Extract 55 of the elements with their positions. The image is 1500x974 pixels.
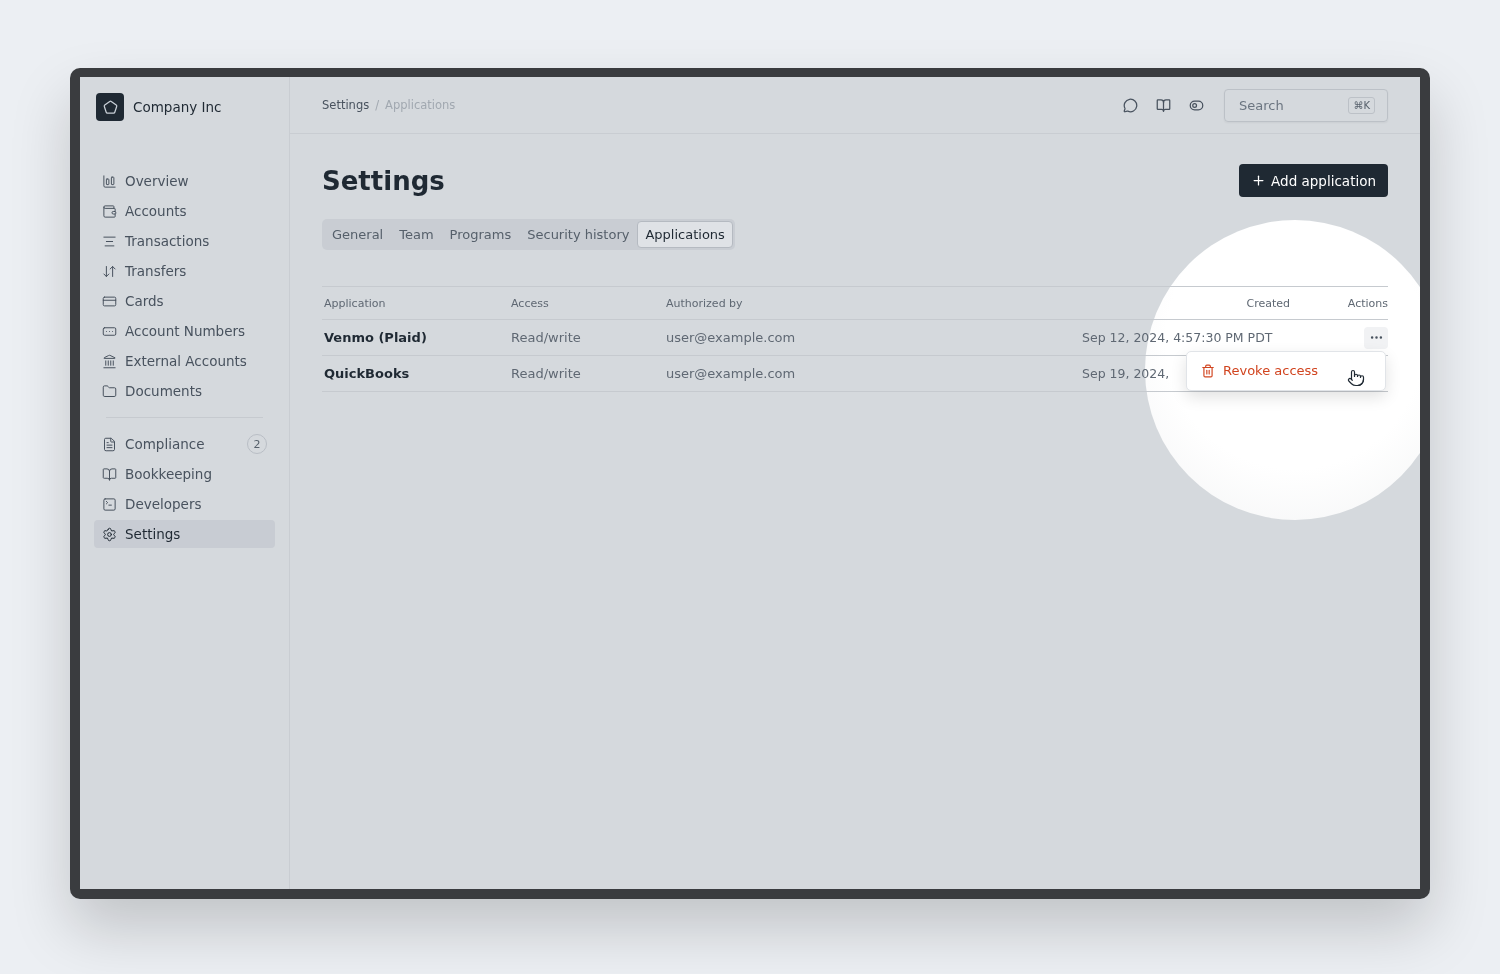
book-icon	[102, 466, 117, 482]
sidebar-item[interactable]: Settings	[94, 520, 275, 548]
company-logo	[96, 93, 124, 121]
table-cell-text: user@example.com	[665, 366, 796, 381]
company-name: Company Inc	[133, 99, 222, 115]
table-cell-text: Sep 19, 2024,	[1081, 366, 1170, 381]
table-cell-text: user@example.com	[665, 330, 796, 345]
table-cell-text: Venmo (Plaid)	[323, 330, 427, 345]
search-input[interactable]: Search	[1237, 96, 1349, 114]
document-icon	[102, 436, 117, 452]
sidebar-item[interactable]: Account Numbers	[94, 317, 275, 345]
tab[interactable]: General	[324, 221, 392, 248]
wallet-icon	[102, 203, 117, 219]
folder-icon	[102, 383, 117, 399]
table-cell-text: QuickBooks	[323, 366, 410, 381]
tab[interactable]: Applications	[637, 221, 733, 248]
arrows-icon	[102, 263, 117, 279]
bank-icon	[102, 353, 117, 369]
table-cell-text: Read/write	[510, 366, 581, 381]
column-header: Application	[323, 296, 387, 310]
lines-icon	[102, 233, 117, 249]
sidebar-item[interactable]: Developers	[94, 490, 275, 518]
plus-icon	[1251, 173, 1267, 188]
shortcut-hint: ⌘K	[1348, 96, 1375, 114]
column-header: Access	[510, 296, 550, 310]
sidebar-item[interactable]: Accounts	[94, 197, 275, 225]
sidebar-item[interactable]: Transactions	[94, 227, 275, 255]
tab[interactable]: Security history	[519, 221, 638, 248]
settings-icon	[102, 526, 117, 542]
more-button[interactable]	[1364, 326, 1388, 349]
sidebar-item[interactable]: External Accounts	[94, 347, 275, 375]
add-application-button[interactable]: Add application	[1239, 164, 1388, 197]
sidebar-item[interactable]: Overview	[94, 167, 275, 195]
menu-item[interactable]: Revoke access	[1191, 355, 1381, 386]
tab[interactable]: Team	[391, 221, 442, 248]
sidebar-item[interactable]: Transfers	[94, 257, 275, 285]
sidebar-item[interactable]: Documents	[94, 377, 275, 405]
table-cell-text: Sep 12, 2024, 4:57:30 PM PDT	[1081, 330, 1273, 345]
page-title: Settings	[322, 165, 445, 196]
breadcrumb-separator: /	[375, 98, 380, 112]
column-header: Actions	[1346, 296, 1388, 310]
sidebar-item[interactable]: Bookkeeping	[94, 460, 275, 488]
table-cell-text: Read/write	[510, 330, 581, 345]
tab[interactable]: Programs	[441, 221, 520, 248]
sidebar-item[interactable]: Cards	[94, 287, 275, 315]
card-icon	[102, 293, 117, 309]
trash-icon	[1201, 363, 1215, 378]
terminal-icon	[102, 496, 117, 512]
search-field[interactable]: Search ⌘K	[1224, 88, 1388, 122]
column-header: Created	[1245, 296, 1290, 310]
sidebar-item[interactable]: Compliance 2	[94, 430, 275, 458]
chart-icon	[102, 173, 117, 189]
column-header: Authorized by	[665, 296, 744, 310]
breadcrumb-link[interactable]: Settings	[322, 98, 370, 112]
hand-pointer-icon	[1347, 368, 1365, 387]
